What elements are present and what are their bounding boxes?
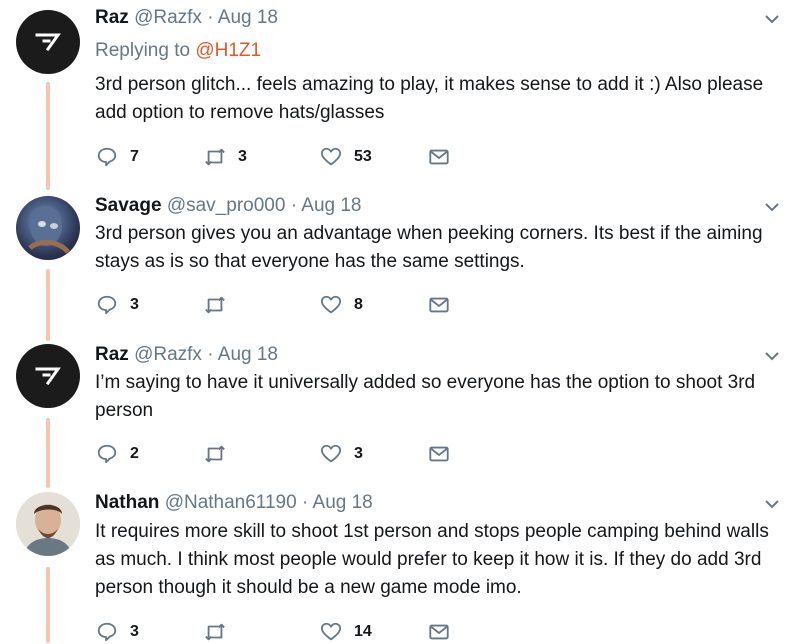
tweet-header: Nathan @Nathan61190 · Aug 18 [95, 491, 373, 515]
tweet-header: Raz @Razfx · Aug 18 [95, 343, 278, 367]
retweet-icon [205, 623, 225, 641]
tweet[interactable]: Raz @Razfx · Aug 18 Replying to @H1Z1 3r… [0, 0, 800, 180]
tweet[interactable]: Nathan @Nathan61190 · Aug 18 It requires… [0, 480, 800, 643]
retweet-icon [205, 296, 225, 314]
raz-logo-icon [35, 33, 61, 51]
like-count: 3 [354, 445, 363, 462]
tweet[interactable]: Raz @Razfx · Aug 18 I’m saying to have i… [0, 330, 800, 480]
tweet-text: 3rd person glitch... feels amazing to pl… [95, 71, 785, 127]
dm-button[interactable] [428, 620, 450, 644]
tweet-text-line: I’m saying to have it universally added … [95, 372, 756, 393]
author-name[interactable]: Nathan [95, 492, 159, 513]
reply-count: 3 [130, 296, 139, 313]
replying-to: Replying to @H1Z1 [95, 40, 261, 62]
tweet-header: Savage @sav_pro000 · Aug 18 [95, 194, 362, 218]
reply-icon [97, 444, 117, 464]
reply-button[interactable]: 7 [96, 145, 139, 169]
tweet-text-line: 3rd person glitch... feels amazing to pl… [95, 74, 764, 95]
mention-link[interactable]: @H1Z1 [195, 40, 261, 61]
like-count: 8 [354, 296, 363, 313]
tweet-text: It requires more skill to shoot 1st pers… [95, 518, 785, 602]
author-name[interactable]: Raz [95, 7, 129, 28]
reply-button[interactable]: 3 [96, 620, 139, 644]
chevron-down-icon[interactable] [763, 347, 781, 365]
like-count: 53 [354, 148, 372, 165]
separator: · [301, 492, 309, 513]
tweet-date[interactable]: Aug 18 [218, 344, 278, 365]
tweet-text-line: It requires more skill to shoot 1st pers… [95, 521, 769, 542]
retweet-button[interactable] [204, 442, 238, 466]
tweet-text-line: person [95, 400, 154, 421]
avatar[interactable] [16, 196, 80, 260]
separator: · [207, 7, 214, 28]
retweet-icon [205, 445, 225, 463]
dm-button[interactable] [428, 293, 450, 317]
tweet-text-line: 3rd person gives you an advantage when p… [95, 223, 763, 244]
author-handle[interactable]: @Razfx [134, 344, 202, 365]
raz-logo-icon [35, 367, 61, 385]
author-handle[interactable]: @Razfx [134, 7, 202, 28]
tweet-text-line: stays as is so that everyone has the sam… [95, 251, 525, 272]
avatar-image [16, 492, 80, 556]
separator: · [290, 195, 298, 216]
tweet-text: I’m saying to have it universally added … [95, 369, 785, 425]
heart-icon [320, 295, 342, 314]
dm-button[interactable] [428, 442, 450, 466]
tweet-header: Raz @Razfx · Aug 18 [95, 6, 278, 30]
like-button[interactable]: 53 [320, 145, 372, 169]
replying-label: Replying to [95, 40, 191, 61]
like-button[interactable]: 14 [320, 620, 372, 644]
heart-icon [320, 147, 342, 166]
dm-button[interactable] [428, 145, 450, 169]
tweet-date[interactable]: Aug 18 [218, 7, 278, 28]
author-handle[interactable]: @sav_pro000 [167, 195, 286, 216]
retweet-button[interactable]: 3 [204, 145, 247, 169]
author-name[interactable]: Savage [95, 195, 162, 216]
heart-icon [320, 444, 342, 463]
retweet-icon [205, 148, 225, 166]
author-handle[interactable]: @Nathan61190 [165, 492, 297, 513]
like-count: 14 [354, 623, 372, 640]
tweet-date[interactable]: Aug 18 [313, 492, 373, 513]
tweet-text-line: add option to remove hats/glasses [95, 102, 385, 123]
heart-icon [320, 622, 342, 641]
reply-icon [97, 622, 117, 642]
reply-count: 7 [130, 148, 139, 165]
tweet-text-line: as much. I think most people would prefe… [95, 549, 762, 570]
reply-icon [97, 295, 117, 315]
reply-icon [97, 147, 117, 167]
retweet-button[interactable] [204, 620, 238, 644]
avatar[interactable] [16, 344, 80, 408]
avatar[interactable] [16, 492, 80, 556]
chevron-down-icon[interactable] [763, 10, 781, 28]
avatar-image [28, 206, 70, 254]
like-button[interactable]: 8 [320, 293, 363, 317]
author-name[interactable]: Raz [95, 344, 129, 365]
envelope-icon [429, 624, 449, 640]
chevron-down-icon[interactable] [763, 198, 781, 216]
reply-count: 3 [130, 623, 139, 640]
envelope-icon [429, 446, 449, 462]
tweet-text-line: person though it should be a new game mo… [95, 577, 522, 598]
retweet-button[interactable] [204, 293, 238, 317]
retweet-count: 3 [238, 148, 247, 165]
tweet-text: 3rd person gives you an advantage when p… [95, 220, 785, 276]
separator: · [207, 344, 214, 365]
reply-button[interactable]: 2 [96, 442, 139, 466]
tweet-date[interactable]: Aug 18 [301, 195, 361, 216]
avatar[interactable] [16, 10, 80, 74]
envelope-icon [429, 297, 449, 313]
envelope-icon [429, 149, 449, 165]
chevron-down-icon[interactable] [763, 495, 781, 513]
tweet[interactable]: Savage @sav_pro000 · Aug 18 3rd person g… [0, 180, 800, 330]
reply-count: 2 [130, 445, 139, 462]
like-button[interactable]: 3 [320, 442, 363, 466]
reply-button[interactable]: 3 [96, 293, 139, 317]
